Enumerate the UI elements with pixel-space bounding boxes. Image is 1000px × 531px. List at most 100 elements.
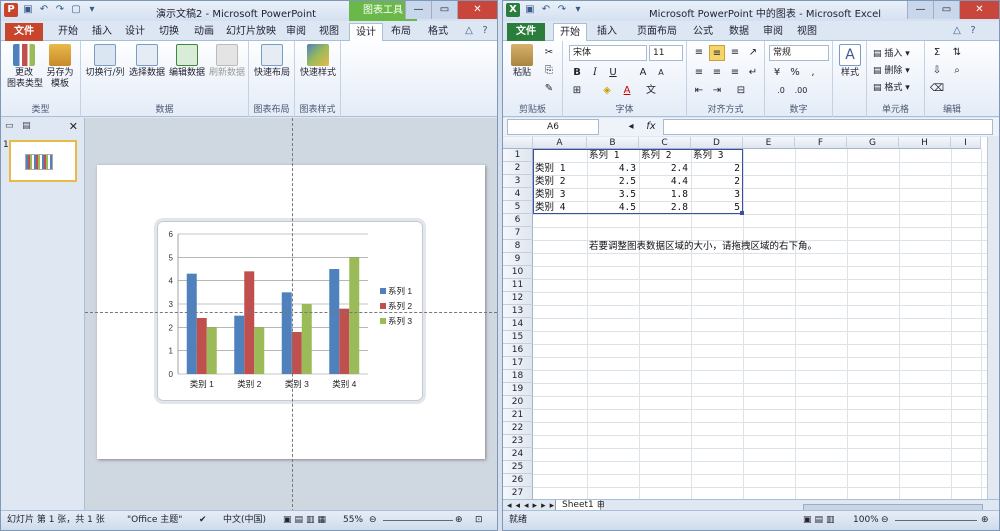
tab-view[interactable]: 视图 xyxy=(313,23,345,41)
row-header[interactable]: 13 xyxy=(503,305,533,318)
slide-thumbnail[interactable] xyxy=(9,140,77,182)
undo-icon[interactable]: ↶ xyxy=(38,4,50,16)
shrink-font-icon[interactable]: A xyxy=(653,65,669,81)
align-bottom-icon[interactable]: ≡ xyxy=(727,45,743,61)
align-right-icon[interactable]: ≡ xyxy=(727,65,743,81)
tab-review[interactable]: 审阅 xyxy=(281,23,311,41)
row-header[interactable]: 15 xyxy=(503,331,533,344)
cell[interactable]: 类别 3 xyxy=(535,188,565,201)
column-header[interactable]: C xyxy=(639,137,691,149)
xl-undo-icon[interactable]: ↶ xyxy=(540,4,552,16)
align-top-icon[interactable]: ≡ xyxy=(691,45,707,61)
column-header[interactable]: G xyxy=(847,137,899,149)
refresh-data-button[interactable]: 刷新数据 xyxy=(207,44,247,79)
save-icon[interactable]: ▣ xyxy=(22,4,34,16)
copy-icon[interactable]: ⎘ xyxy=(541,63,557,79)
increase-decimal-icon[interactable]: .0 xyxy=(773,83,789,99)
horizontal-guide[interactable] xyxy=(85,312,497,313)
decrease-decimal-icon[interactable]: .00 xyxy=(793,83,809,99)
underline-icon[interactable]: U xyxy=(605,65,621,81)
font-size-select[interactable]: 11 xyxy=(649,45,683,61)
spellcheck-icon[interactable]: ✔ xyxy=(199,511,207,530)
powerpoint-app-icon[interactable]: P xyxy=(4,3,18,17)
number-format-select[interactable]: 常规 xyxy=(769,45,829,61)
row-header[interactable]: 4 xyxy=(503,188,533,201)
align-middle-icon[interactable]: ≡ xyxy=(709,45,725,61)
excel-app-icon[interactable]: X xyxy=(506,3,520,17)
row-header[interactable]: 11 xyxy=(503,279,533,292)
column-header[interactable]: H xyxy=(899,137,951,149)
cell[interactable]: 2 xyxy=(691,175,740,188)
row-header[interactable]: 8 xyxy=(503,240,533,253)
grow-font-icon[interactable]: A xyxy=(635,65,651,81)
zoom-in-icon[interactable]: ⊕ xyxy=(455,511,463,530)
cell[interactable]: 系列 3 xyxy=(693,149,723,162)
row-header[interactable]: 12 xyxy=(503,292,533,305)
select-data-button[interactable]: 选择数据 xyxy=(127,44,167,79)
cell[interactable]: 2.4 xyxy=(639,162,688,175)
column-header[interactable]: A xyxy=(533,137,587,149)
cell[interactable]: 类别 2 xyxy=(535,175,565,188)
increase-indent-icon[interactable]: ⇥ xyxy=(709,83,725,99)
format-painter-icon[interactable]: ✎ xyxy=(541,81,557,97)
zoom-level[interactable]: 55% xyxy=(343,511,363,530)
xl-tab-home[interactable]: 开始 xyxy=(553,23,587,41)
xl-tab-file[interactable]: 文件 xyxy=(507,23,545,41)
xl-zoom-in-icon[interactable]: ⊕ xyxy=(981,511,989,530)
cell[interactable]: 4.4 xyxy=(639,175,688,188)
tab-transitions[interactable]: 切换 xyxy=(153,23,185,41)
tab-insert[interactable]: 插入 xyxy=(87,23,117,41)
xl-zoom-slider[interactable] xyxy=(895,520,977,521)
xl-tab-insert[interactable]: 插入 xyxy=(591,23,623,41)
column-header[interactable]: E xyxy=(743,137,795,149)
namebox-dropdown-icon[interactable]: ◂ xyxy=(623,119,639,135)
xl-close-button[interactable]: ✕ xyxy=(959,1,999,19)
autosum-icon[interactable]: Σ xyxy=(929,45,945,61)
cell[interactable]: 类别 4 xyxy=(535,201,565,214)
qat-dropdown-icon[interactable]: ▾ xyxy=(86,4,98,16)
tab-home[interactable]: 开始 xyxy=(51,23,85,41)
cell[interactable]: 4.3 xyxy=(587,162,636,175)
row-header[interactable]: 17 xyxy=(503,357,533,370)
chart-frame[interactable]: 0 1 2 3 4 5 6 类别 1 类别 2 类别 3 类别 4 系列 1 系列 2 系列 3 xyxy=(154,218,426,404)
cell[interactable]: 系列 2 xyxy=(641,149,671,162)
row-header[interactable]: 14 xyxy=(503,318,533,331)
row-header[interactable]: 10 xyxy=(503,266,533,279)
column-header[interactable]: F xyxy=(795,137,847,149)
decrease-indent-icon[interactable]: ⇤ xyxy=(691,83,707,99)
sort-filter-icon[interactable]: ⇅ xyxy=(949,45,965,61)
column-header[interactable]: D xyxy=(691,137,743,149)
row-header[interactable]: 21 xyxy=(503,409,533,422)
fill-color-icon[interactable]: ◈ xyxy=(599,83,615,99)
format-cells-button[interactable]: ▤ 格式 ▾ xyxy=(873,80,910,93)
view-buttons-icon[interactable]: ▣▤▥▦ xyxy=(283,511,329,530)
range-resize-handle[interactable] xyxy=(740,211,744,215)
insert-cells-button[interactable]: ▤ 插入 ▾ xyxy=(873,46,910,59)
name-box[interactable]: A6 xyxy=(507,119,599,135)
ribbon-collapse-icon[interactable]: △ xyxy=(463,25,475,37)
cut-icon[interactable]: ✂ xyxy=(541,45,557,61)
comma-icon[interactable]: , xyxy=(805,65,821,81)
row-header[interactable]: 26 xyxy=(503,474,533,487)
tab-chart-layout[interactable]: 布局 xyxy=(385,23,417,41)
clear-icon[interactable]: ⌫ xyxy=(929,81,945,97)
currency-icon[interactable]: ¥ xyxy=(769,65,785,81)
xl-tab-data[interactable]: 数据 xyxy=(723,23,755,41)
quick-styles-button[interactable]: 快速样式 xyxy=(298,44,338,79)
find-select-icon[interactable]: ⌕ xyxy=(949,63,965,79)
row-header[interactable]: 7 xyxy=(503,227,533,240)
row-header[interactable]: 3 xyxy=(503,175,533,188)
cell[interactable]: 4.5 xyxy=(587,201,636,214)
language-status[interactable]: 中文(中国) xyxy=(223,511,266,530)
paste-button[interactable]: 粘贴 xyxy=(507,44,537,79)
font-name-select[interactable]: 宋体 xyxy=(569,45,647,61)
row-header[interactable]: 19 xyxy=(503,383,533,396)
tab-chart-format[interactable]: 格式 xyxy=(421,23,455,41)
tab-chart-design[interactable]: 设计 xyxy=(349,23,383,41)
cell[interactable]: 1.8 xyxy=(639,188,688,201)
cell[interactable]: 5 xyxy=(691,201,740,214)
vertical-scrollbar[interactable] xyxy=(987,137,999,499)
new-icon[interactable]: ▢ xyxy=(70,4,82,16)
maximize-button[interactable]: ▭ xyxy=(431,1,457,19)
tab-design[interactable]: 设计 xyxy=(119,23,151,41)
